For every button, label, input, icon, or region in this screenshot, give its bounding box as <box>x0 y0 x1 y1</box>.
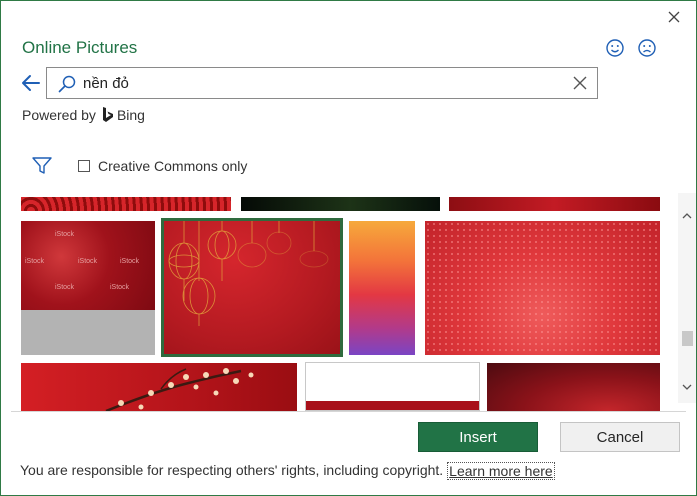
istock-red-image <box>21 221 155 310</box>
dialog-title: Online Pictures <box>22 38 138 57</box>
insert-button[interactable]: Insert <box>418 422 538 452</box>
result-glitter[interactable] <box>425 221 660 355</box>
result-top-2[interactable] <box>241 197 440 211</box>
bing-icon <box>102 107 113 122</box>
powered-by-label: Powered by <box>22 107 96 123</box>
result-white-red[interactable] <box>305 362 480 411</box>
result-top-3[interactable] <box>449 197 660 211</box>
chevron-down-icon[interactable] <box>681 381 693 393</box>
watermark: iStock <box>78 258 98 265</box>
watermark: iStock <box>55 231 75 238</box>
cancel-button[interactable]: Cancel <box>560 422 680 452</box>
close-icon <box>668 11 680 23</box>
search-input[interactable] <box>83 68 563 98</box>
creative-commons-filter: Creative Commons only <box>78 158 247 174</box>
footer-divider <box>11 411 686 412</box>
result-gradient[interactable] <box>349 221 415 355</box>
learn-more-link[interactable]: Learn more here <box>447 462 555 480</box>
search-icon <box>58 75 76 93</box>
result-blossom[interactable] <box>21 363 297 411</box>
result-dark-red[interactable] <box>487 363 660 411</box>
search-box[interactable] <box>46 67 598 99</box>
result-lanterns[interactable] <box>161 218 343 357</box>
watermark: iStock <box>25 258 45 265</box>
white-red-band <box>306 401 479 410</box>
scrollbar-thumb[interactable] <box>682 331 693 346</box>
blossom-image <box>105 368 254 411</box>
results-grid: iStock iStock iStock iStock iStock iStoc… <box>1 193 677 411</box>
bing-logo: Bing <box>102 107 145 123</box>
back-arrow-icon[interactable] <box>19 71 43 95</box>
close-button[interactable] <box>661 5 687 29</box>
online-pictures-dialog: Online Pictures Powered by Bing <box>0 0 697 496</box>
copyright-notice: You are responsible for respecting other… <box>20 462 444 478</box>
watermark: iStock <box>120 258 140 265</box>
frown-icon[interactable] <box>637 38 657 58</box>
result-top-1[interactable] <box>21 197 231 211</box>
smile-icon[interactable] <box>605 38 625 58</box>
watermark: iStock <box>110 284 130 291</box>
creative-commons-checkbox[interactable] <box>78 160 90 172</box>
results-scrollbar[interactable] <box>678 193 696 403</box>
filter-icon[interactable] <box>31 155 53 177</box>
clear-icon[interactable] <box>571 74 589 92</box>
lanterns-image <box>168 221 329 326</box>
footer: You are responsible for respecting other… <box>20 462 555 480</box>
bing-label: Bing <box>116 107 145 123</box>
creative-commons-label: Creative Commons only <box>98 158 248 174</box>
glitter-texture <box>425 221 660 355</box>
watermark: iStock <box>55 284 75 291</box>
chevron-up-icon[interactable] <box>681 210 693 222</box>
powered-by: Powered by Bing <box>22 107 145 123</box>
result-istock-red[interactable]: iStock iStock iStock iStock iStock iStoc… <box>21 221 155 355</box>
